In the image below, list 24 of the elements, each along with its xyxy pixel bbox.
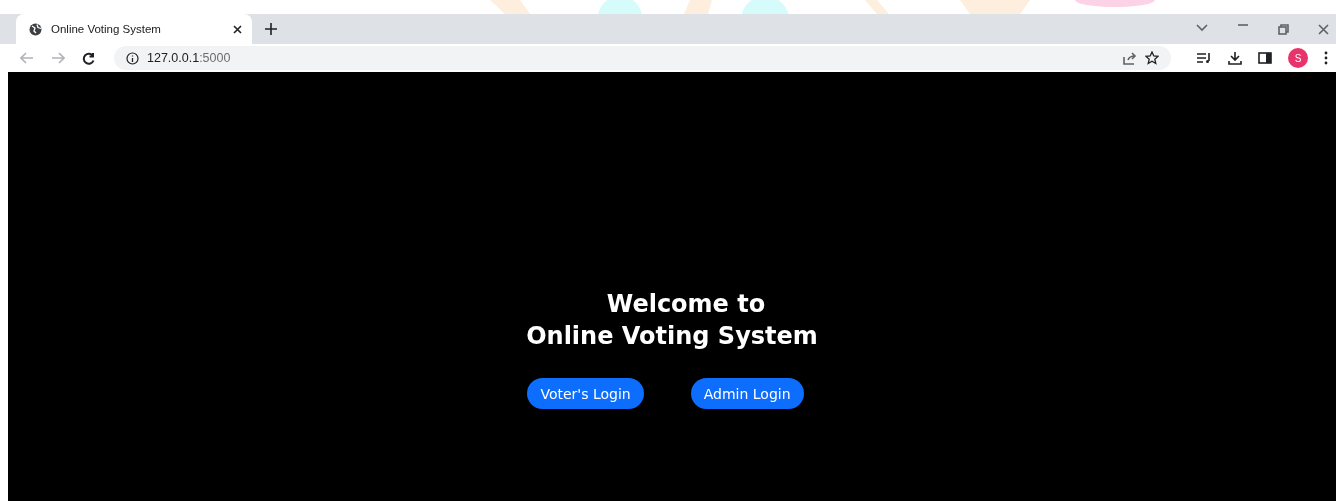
login-button[interactable]: Voter's Login — [527, 378, 644, 409]
side-panel-icon[interactable] — [1258, 52, 1272, 64]
plus-icon[interactable] — [264, 22, 278, 36]
welcome-heading: Online Voting System — [526, 321, 818, 352]
profile-avatar[interactable]: S — [1288, 48, 1308, 68]
globe-icon — [29, 22, 42, 36]
share-icon[interactable] — [1123, 51, 1137, 65]
browser-tab[interactable]: Online Voting System — [16, 14, 252, 44]
url-text: 127.0.0.1:5000 — [147, 51, 232, 65]
login-button[interactable]: Admin Login — [690, 378, 804, 409]
reload-icon[interactable] — [82, 51, 95, 65]
info-icon — [126, 51, 139, 65]
playlist-icon[interactable] — [1196, 52, 1212, 64]
star-icon[interactable] — [1145, 51, 1159, 65]
restore-icon[interactable] — [1278, 23, 1289, 35]
close-icon[interactable] — [1318, 23, 1329, 35]
address-bar[interactable]: 127.0.0.1:5000 — [114, 46, 1171, 70]
download-icon[interactable] — [1228, 51, 1242, 65]
more-menu-icon[interactable] — [1324, 51, 1328, 65]
tab-title: Online Voting System — [51, 23, 162, 35]
minimize-icon[interactable] — [1237, 23, 1249, 26]
chevron-down-icon[interactable] — [1196, 23, 1208, 32]
tab-close-icon[interactable] — [233, 24, 242, 34]
welcome-heading: Welcome to — [605, 289, 766, 320]
